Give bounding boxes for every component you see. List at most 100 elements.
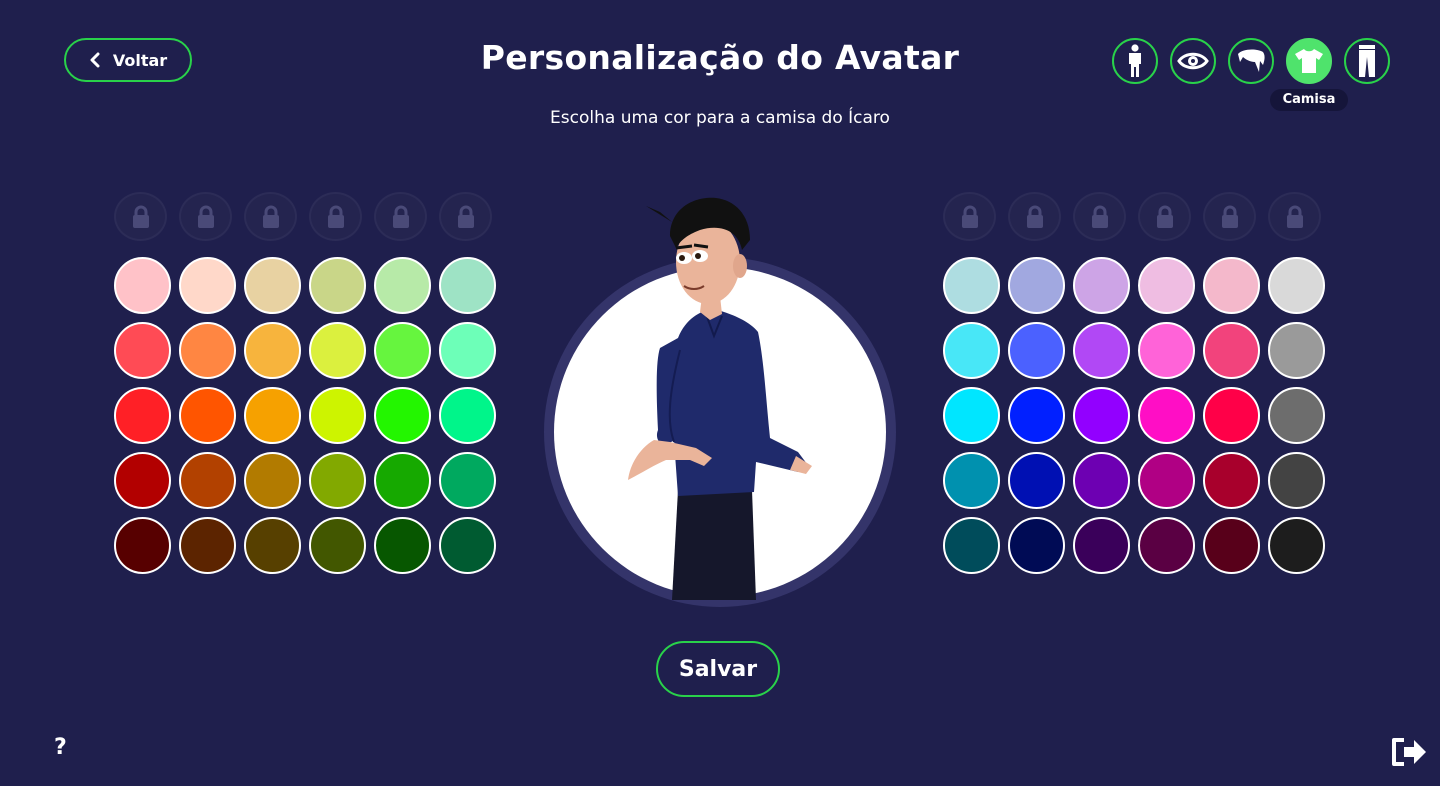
lock-icon xyxy=(197,205,214,228)
color-swatch[interactable] xyxy=(114,387,171,444)
locked-slot xyxy=(1203,192,1256,241)
lock-icon xyxy=(1156,205,1173,228)
color-swatch[interactable] xyxy=(374,387,431,444)
lock-icon xyxy=(961,205,978,228)
color-swatch[interactable] xyxy=(244,322,301,379)
color-swatch[interactable] xyxy=(1203,517,1260,574)
color-swatch[interactable] xyxy=(309,452,366,509)
lock-icon xyxy=(392,205,409,228)
color-swatch[interactable] xyxy=(374,257,431,314)
color-swatch[interactable] xyxy=(1203,452,1260,509)
locked-slot xyxy=(179,192,232,241)
color-swatch[interactable] xyxy=(179,257,236,314)
color-swatch[interactable] xyxy=(1138,387,1195,444)
color-swatch[interactable] xyxy=(179,322,236,379)
color-swatch[interactable] xyxy=(1203,387,1260,444)
category-pants-button[interactable] xyxy=(1344,38,1390,84)
body-icon xyxy=(1129,44,1141,77)
color-swatch[interactable] xyxy=(374,322,431,379)
color-swatch[interactable] xyxy=(943,387,1000,444)
locked-slot xyxy=(374,192,427,241)
color-swatch[interactable] xyxy=(943,257,1000,314)
lock-icon xyxy=(327,205,344,228)
color-swatch[interactable] xyxy=(179,387,236,444)
color-swatch[interactable] xyxy=(244,257,301,314)
color-swatch[interactable] xyxy=(309,257,366,314)
color-swatch[interactable] xyxy=(1073,257,1130,314)
help-button[interactable]: ? xyxy=(54,735,67,760)
color-swatch[interactable] xyxy=(244,387,301,444)
color-swatch[interactable] xyxy=(114,322,171,379)
color-swatch[interactable] xyxy=(114,257,171,314)
color-swatch[interactable] xyxy=(309,517,366,574)
color-swatch[interactable] xyxy=(1268,517,1325,574)
category-bar xyxy=(1112,38,1390,84)
color-swatch[interactable] xyxy=(1008,452,1065,509)
color-swatch[interactable] xyxy=(1008,322,1065,379)
color-palette-left xyxy=(114,192,496,574)
color-swatch[interactable] xyxy=(374,517,431,574)
locked-slot xyxy=(1008,192,1061,241)
lock-icon xyxy=(1091,205,1108,228)
page-subtitle: Escolha uma cor para a camisa do Ícaro xyxy=(550,108,890,128)
locked-slot xyxy=(943,192,996,241)
color-swatch[interactable] xyxy=(943,452,1000,509)
color-swatch[interactable] xyxy=(309,387,366,444)
eye-icon xyxy=(1177,52,1209,70)
color-swatch[interactable] xyxy=(1268,452,1325,509)
color-swatch[interactable] xyxy=(439,257,496,314)
category-eyes-button[interactable] xyxy=(1170,38,1216,84)
locked-slot xyxy=(1268,192,1321,241)
color-swatch[interactable] xyxy=(179,452,236,509)
color-palette-right xyxy=(943,192,1325,574)
color-swatch[interactable] xyxy=(1268,387,1325,444)
save-button[interactable]: Salvar xyxy=(656,641,780,697)
category-body-button[interactable] xyxy=(1112,38,1158,84)
color-swatch[interactable] xyxy=(1008,387,1065,444)
color-swatch[interactable] xyxy=(439,322,496,379)
logout-button[interactable] xyxy=(1390,736,1428,772)
color-swatch[interactable] xyxy=(1008,257,1065,314)
color-swatch[interactable] xyxy=(1073,322,1130,379)
color-swatch[interactable] xyxy=(1138,257,1195,314)
color-swatch[interactable] xyxy=(1203,257,1260,314)
color-swatch[interactable] xyxy=(439,517,496,574)
color-swatch[interactable] xyxy=(179,517,236,574)
avatar-pants xyxy=(672,490,756,600)
locked-slot xyxy=(244,192,297,241)
color-swatch[interactable] xyxy=(1073,452,1130,509)
color-swatch[interactable] xyxy=(1008,517,1065,574)
category-hair-button[interactable] xyxy=(1228,38,1274,84)
color-swatch[interactable] xyxy=(244,452,301,509)
color-swatch[interactable] xyxy=(1268,322,1325,379)
color-swatch[interactable] xyxy=(1268,257,1325,314)
locked-slot xyxy=(114,192,167,241)
color-swatch[interactable] xyxy=(1138,322,1195,379)
color-swatch[interactable] xyxy=(1203,322,1260,379)
category-tooltip: Camisa xyxy=(1270,89,1348,111)
locked-slot xyxy=(1073,192,1126,241)
avatar-figure xyxy=(600,190,840,600)
color-swatch[interactable] xyxy=(309,322,366,379)
color-swatch[interactable] xyxy=(1073,387,1130,444)
lock-icon xyxy=(1026,205,1043,228)
avatar-shirt xyxy=(656,308,810,496)
color-swatch[interactable] xyxy=(114,517,171,574)
lock-icon xyxy=(1286,205,1303,228)
color-swatch[interactable] xyxy=(244,517,301,574)
color-swatch[interactable] xyxy=(439,387,496,444)
color-swatch[interactable] xyxy=(1138,452,1195,509)
locked-slot xyxy=(1138,192,1191,241)
color-swatch[interactable] xyxy=(943,517,1000,574)
color-swatch[interactable] xyxy=(1138,517,1195,574)
color-swatch[interactable] xyxy=(374,452,431,509)
category-shirt-button[interactable] xyxy=(1286,38,1332,84)
lock-icon xyxy=(132,205,149,228)
locked-slot xyxy=(439,192,492,241)
locked-slot xyxy=(309,192,362,241)
logout-icon xyxy=(1392,738,1426,766)
color-swatch[interactable] xyxy=(114,452,171,509)
color-swatch[interactable] xyxy=(439,452,496,509)
color-swatch[interactable] xyxy=(1073,517,1130,574)
color-swatch[interactable] xyxy=(943,322,1000,379)
